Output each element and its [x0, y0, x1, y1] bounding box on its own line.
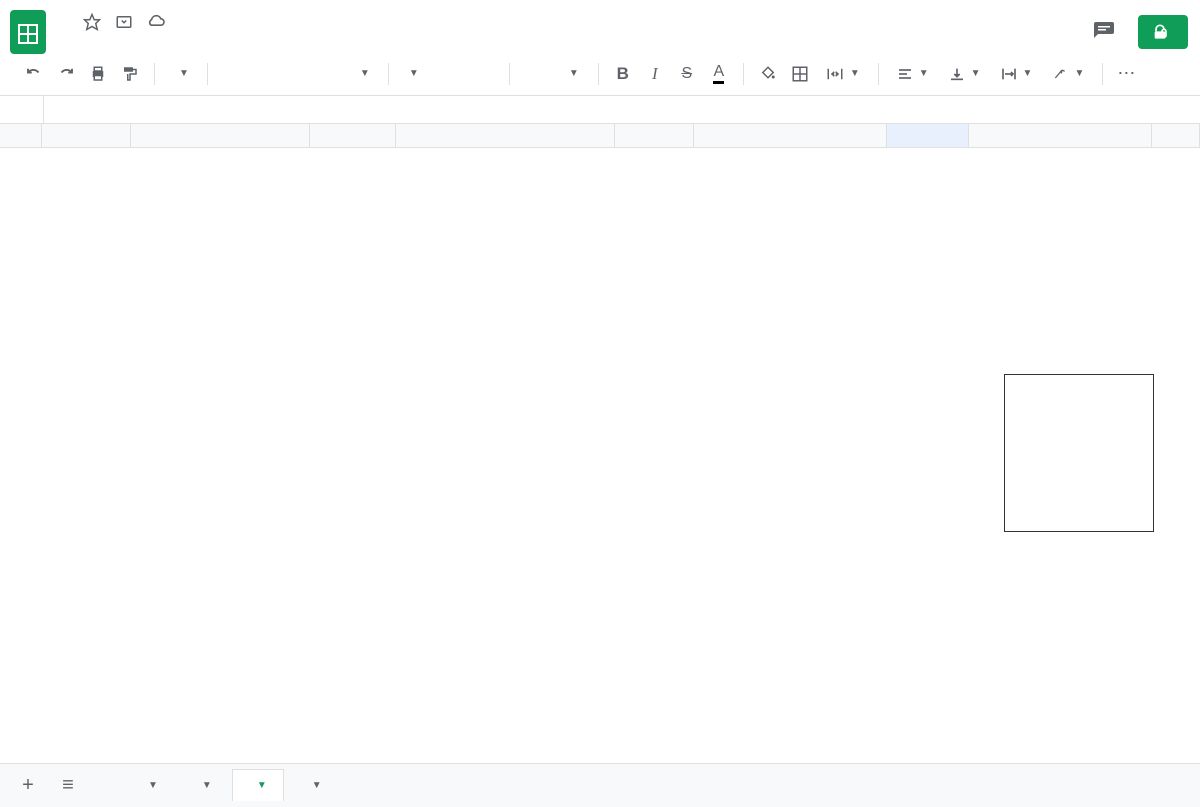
wrap-button[interactable]: ▼	[993, 66, 1041, 82]
font-select[interactable]: ▼	[399, 64, 499, 83]
strikethrough-button[interactable]: S	[673, 60, 701, 88]
increase-decimal-button[interactable]	[314, 60, 342, 88]
borders-button[interactable]	[786, 60, 814, 88]
col-G[interactable]	[887, 124, 970, 147]
cloud-icon[interactable]	[146, 12, 166, 32]
sheet-tab-week-planner[interactable]: ▼	[232, 769, 284, 801]
valign-button[interactable]: ▼	[941, 66, 989, 82]
redo-icon[interactable]	[52, 60, 80, 88]
currency-button[interactable]	[218, 60, 246, 88]
fill-color-button[interactable]	[754, 60, 782, 88]
col-A[interactable]	[42, 124, 130, 147]
menu-addons[interactable]	[184, 38, 200, 46]
rotate-button[interactable]: ▼	[1044, 66, 1092, 82]
decrease-decimal-button[interactable]	[282, 60, 310, 88]
add-sheet-button[interactable]: +	[10, 768, 46, 804]
app-header	[0, 0, 1200, 52]
col-B[interactable]	[131, 124, 310, 147]
bold-button[interactable]: B	[609, 60, 637, 88]
col-D[interactable]	[396, 124, 615, 147]
sheet-tab-status[interactable]: ▼	[178, 770, 228, 801]
undo-icon[interactable]	[20, 60, 48, 88]
percent-button[interactable]	[250, 60, 278, 88]
sheets-logo[interactable]	[8, 12, 48, 52]
italic-button[interactable]: I	[641, 60, 669, 88]
sheet-tab-goals[interactable]: ▼	[124, 770, 174, 801]
toolbar: ▼ ▼ ▼ ▼ B I S A ▼ ▼ ▼ ▼ ▼ ⋯	[0, 52, 1200, 96]
text-color-button[interactable]: A	[705, 60, 733, 88]
menu-edit[interactable]	[76, 38, 92, 46]
col-C[interactable]	[310, 124, 397, 147]
star-icon[interactable]	[82, 12, 102, 32]
sheet-tab-week-template[interactable]: ▼	[288, 770, 338, 801]
number-format-select[interactable]: ▼	[346, 68, 378, 79]
col-F[interactable]	[694, 124, 886, 147]
halign-button[interactable]: ▼	[889, 66, 937, 82]
print-icon[interactable]	[84, 60, 112, 88]
menu-insert[interactable]	[112, 38, 128, 46]
spreadsheet-grid[interactable]	[0, 124, 1200, 755]
select-all-corner[interactable]	[0, 124, 42, 147]
formula-bar	[0, 96, 1200, 124]
fx-label	[0, 96, 44, 123]
col-E[interactable]	[615, 124, 694, 147]
font-size-arrow[interactable]: ▼	[560, 60, 588, 88]
col-I[interactable]	[1152, 124, 1200, 147]
zoom-select[interactable]: ▼	[165, 68, 197, 79]
menu-view[interactable]	[94, 38, 110, 46]
sheet-tab-bar: + ≡ ▼ ▼ ▼ ▼	[0, 763, 1200, 807]
menu-bar	[58, 38, 1086, 46]
column-headers	[0, 124, 1200, 148]
share-button[interactable]	[1138, 15, 1188, 49]
menu-data[interactable]	[148, 38, 164, 46]
comments-icon[interactable]	[1086, 14, 1122, 50]
formula-input[interactable]	[44, 96, 1200, 123]
move-icon[interactable]	[114, 12, 134, 32]
merge-button[interactable]: ▼	[818, 65, 868, 83]
menu-file[interactable]	[58, 38, 74, 46]
menu-tools[interactable]	[166, 38, 182, 46]
notes-box[interactable]	[1004, 374, 1154, 532]
document-title[interactable]	[58, 20, 70, 24]
menu-help[interactable]	[202, 38, 218, 46]
menu-format[interactable]	[130, 38, 146, 46]
all-sheets-button[interactable]: ≡	[50, 768, 86, 804]
col-H[interactable]	[969, 124, 1152, 147]
paint-format-icon[interactable]	[116, 60, 144, 88]
more-icon[interactable]: ⋯	[1113, 60, 1141, 88]
